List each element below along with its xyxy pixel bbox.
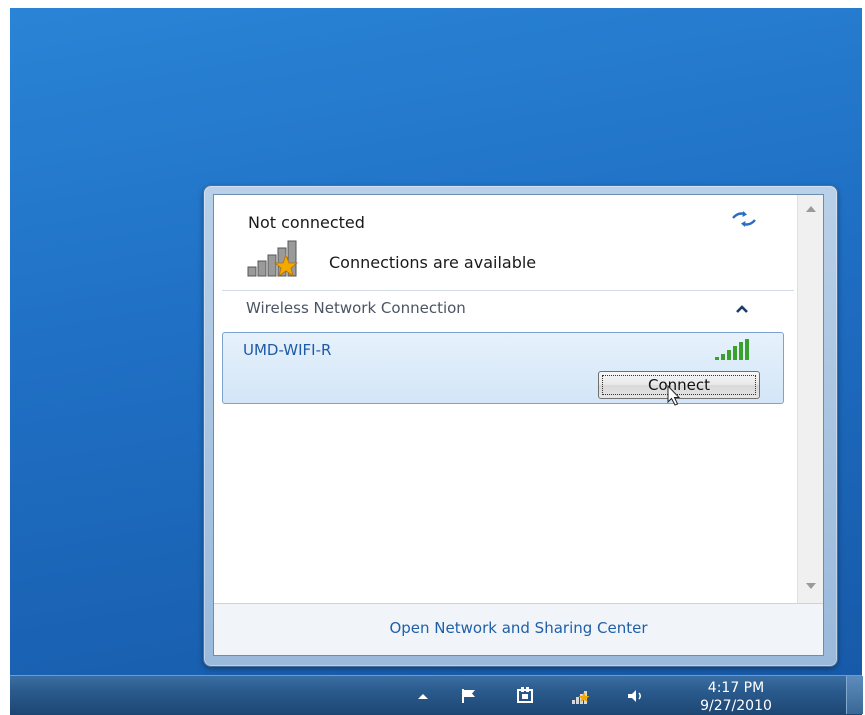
section-divider	[222, 290, 794, 291]
flyout-footer: Open Network and Sharing Center	[214, 603, 823, 655]
network-signal-icon[interactable]	[570, 686, 592, 706]
flyout-content: Not connected Connections are available …	[214, 195, 797, 603]
network-flyout-panel: Not connected Connections are available …	[213, 194, 824, 656]
section-title: Wireless Network Connection	[246, 299, 466, 317]
show-desktop-button[interactable]	[846, 676, 863, 714]
signal-strength-icon	[715, 339, 749, 360]
action-center-flag-icon[interactable]	[458, 686, 480, 706]
chevron-up-icon[interactable]	[734, 303, 750, 315]
speaker-volume-icon[interactable]	[624, 686, 646, 706]
open-network-sharing-center-link[interactable]: Open Network and Sharing Center	[214, 619, 823, 637]
mouse-pointer-icon	[667, 384, 681, 406]
clock-date[interactable]: 9/27/2010	[686, 698, 786, 714]
network-flyout: Not connected Connections are available …	[203, 185, 838, 667]
vertical-scrollbar[interactable]	[797, 195, 823, 603]
wireless-available-icon	[247, 240, 299, 277]
taskbar: 4:17 PM 9/27/2010	[10, 675, 863, 715]
connections-available-text: Connections are available	[329, 253, 537, 272]
scroll-down-arrow-icon[interactable]	[806, 583, 816, 590]
network-list-item[interactable]: UMD-WIFI-R Connect	[222, 332, 784, 404]
network-name: UMD-WIFI-R	[243, 341, 332, 359]
refresh-icon[interactable]	[730, 209, 758, 229]
power-plug-icon[interactable]	[514, 686, 536, 706]
show-hidden-icons-arrow-icon[interactable]	[412, 686, 434, 706]
connection-status-title: Not connected	[248, 213, 365, 232]
clock-time[interactable]: 4:17 PM	[686, 680, 786, 696]
scroll-up-arrow-icon[interactable]	[806, 205, 816, 212]
